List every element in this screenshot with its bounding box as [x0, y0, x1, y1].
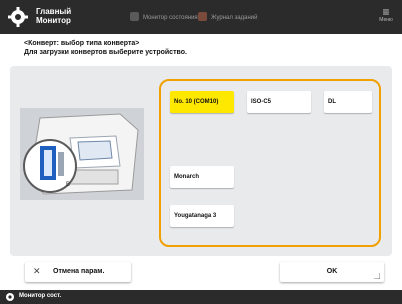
corner-arrow-icon — [374, 273, 380, 279]
main-panel: B No. 10 (COM10) ISO-C5 DL Monarch Youga… — [10, 66, 392, 256]
top-bar: Главный Монитор Монитор состояния Журнал… — [0, 0, 402, 34]
menu-icon: ≡ — [382, 5, 390, 19]
job-tab-label: Журнал заданий — [211, 15, 258, 21]
status-monitor-icon — [6, 293, 14, 301]
job-log-tab[interactable]: Журнал заданий — [198, 12, 258, 21]
home-label[interactable]: Главный Монитор — [36, 7, 90, 25]
page-title: <Конверт: выбор типа конверта> — [24, 40, 140, 47]
option-yougatanaga3[interactable]: Yougatanaga 3 — [170, 205, 234, 227]
option-iso-c5[interactable]: ISO-C5 — [247, 91, 311, 113]
menu-label: Меню — [379, 17, 393, 23]
ok-button[interactable]: OK — [280, 262, 384, 282]
status-monitor-tab[interactable]: Монитор состояния — [130, 12, 198, 21]
cancel-settings-button[interactable]: ✕ Отмена парам. — [25, 262, 131, 282]
status-icon — [130, 12, 139, 21]
close-icon: ✕ — [33, 266, 41, 276]
printer-tray-illustration — [20, 108, 144, 200]
home-gear-icon[interactable] — [7, 6, 29, 28]
menu-button[interactable]: ≡ Меню — [378, 5, 394, 27]
option-monarch[interactable]: Monarch — [170, 166, 234, 188]
status-tab-label: Монитор состояния — [143, 15, 198, 21]
job-icon — [198, 12, 207, 21]
ok-label: OK — [326, 268, 338, 275]
status-bar-label: Монитор сост. — [19, 293, 62, 299]
option-dl[interactable]: DL — [324, 91, 372, 113]
option-no10-com10[interactable]: No. 10 (COM10) — [170, 91, 234, 113]
slot-label: B — [66, 182, 71, 188]
cancel-label: Отмена парам. — [53, 268, 105, 275]
status-bar[interactable]: Монитор сост. — [0, 290, 402, 304]
page-instruction: Для загрузки конвертов выберите устройст… — [24, 49, 187, 56]
